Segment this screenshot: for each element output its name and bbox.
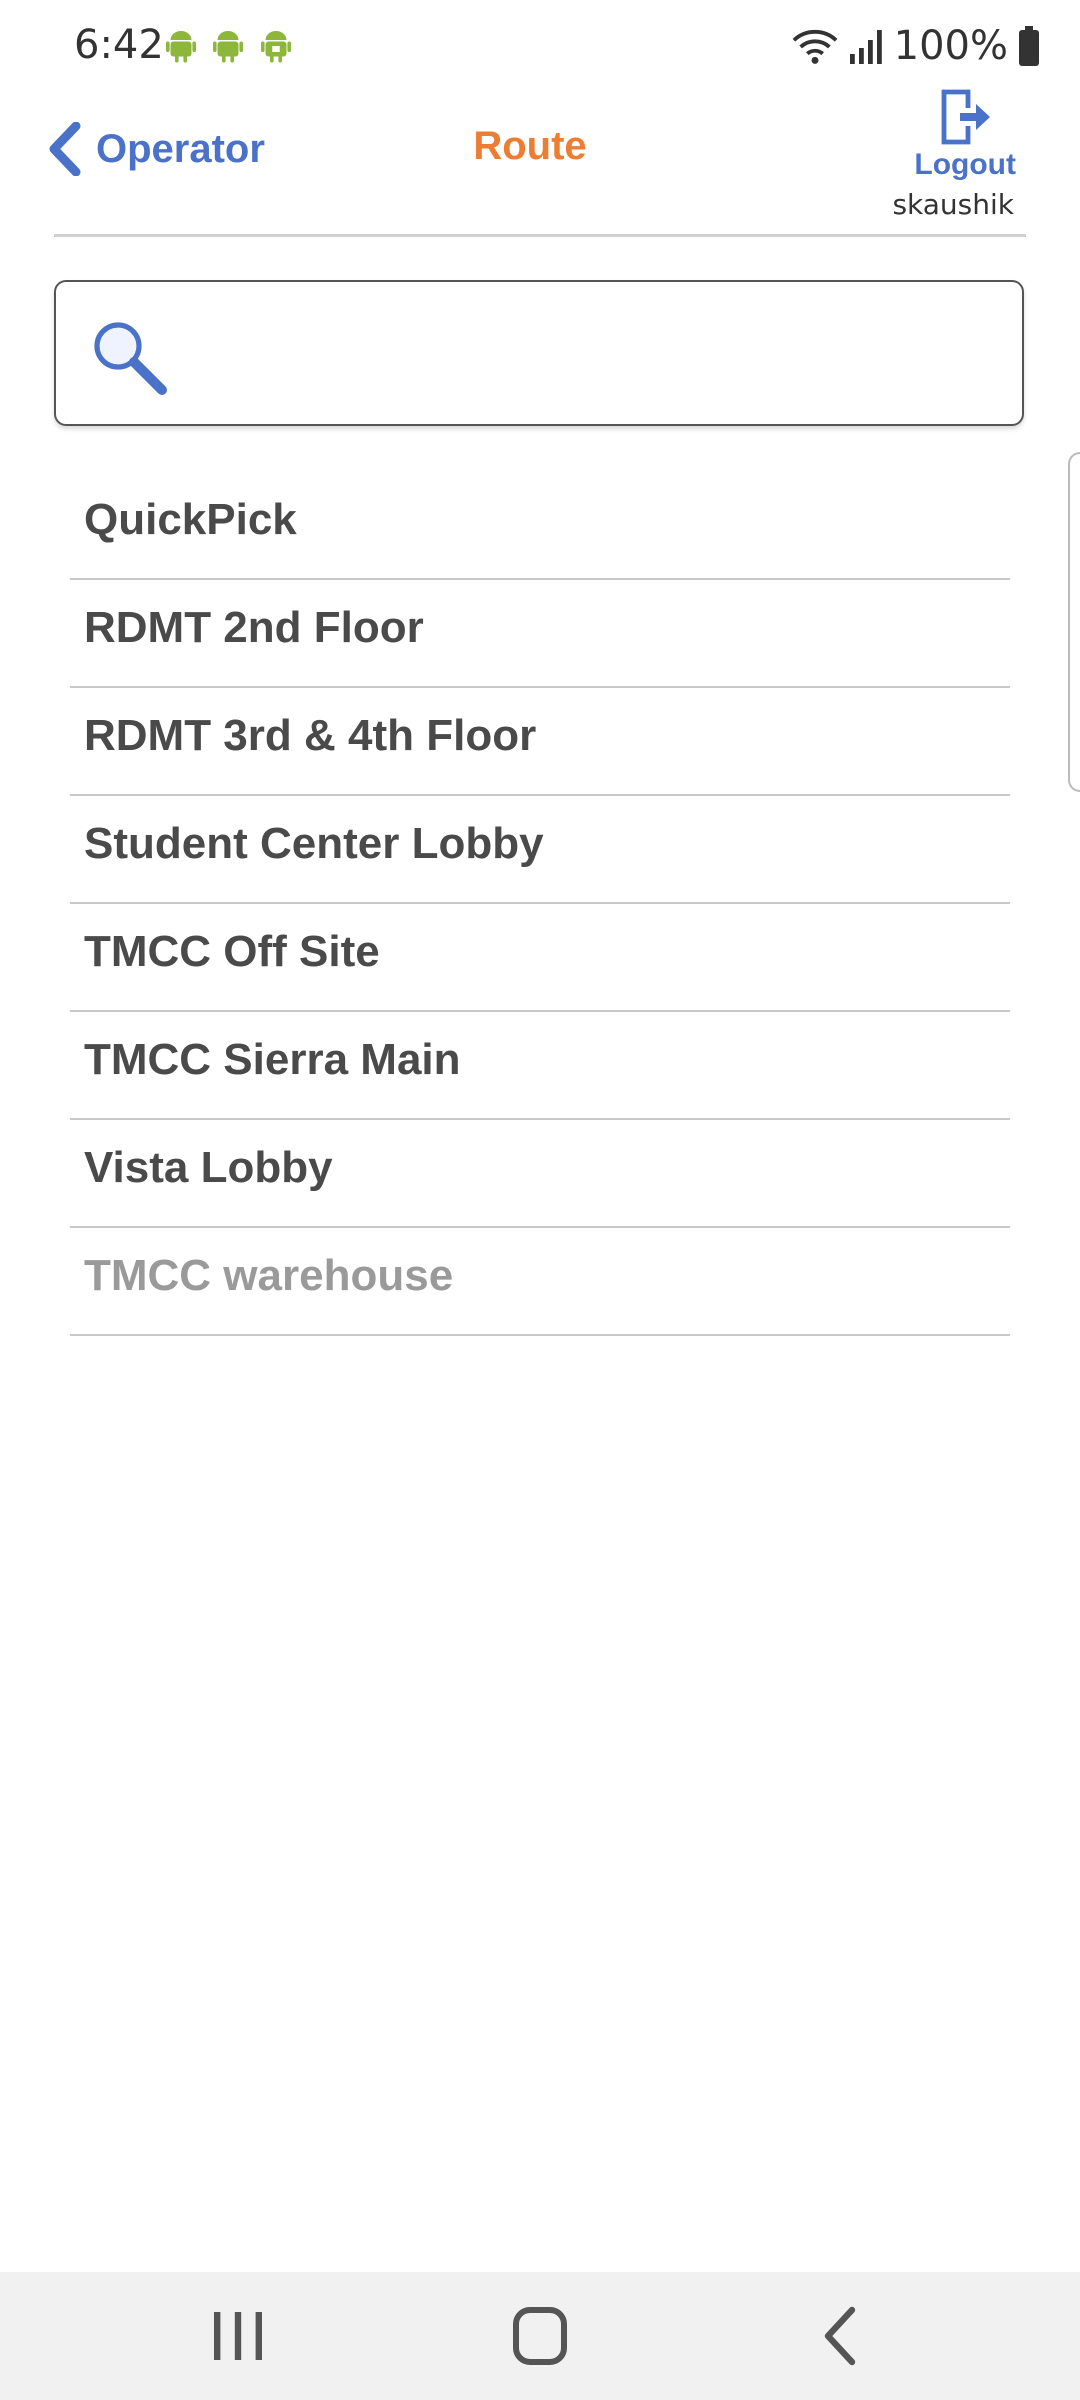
list-item[interactable]: RDMT 2nd Floor [70, 582, 1010, 688]
list-item[interactable]: TMCC Off Site [70, 906, 1010, 1012]
route-list: QuickPick RDMT 2nd Floor RDMT 3rd & 4th … [70, 474, 1010, 1338]
android-icon [213, 31, 243, 63]
status-bar: 6:42 100% [0, 0, 1080, 92]
status-icons: 100% [792, 22, 1040, 70]
page-title: Route [473, 124, 587, 168]
search-icon [94, 322, 167, 395]
battery-icon [1019, 26, 1039, 66]
search-input[interactable] [206, 312, 990, 398]
battery-percent: 100% [893, 23, 1008, 69]
header: Operator Route Logout skaushik [0, 80, 1080, 236]
system-nav-bar [0, 2272, 1080, 2400]
list-item[interactable]: Student Center Lobby [70, 798, 1010, 904]
signal-icon [849, 30, 882, 64]
back-nav-icon[interactable] [802, 2300, 882, 2372]
android-lock-icon [261, 31, 291, 63]
side-drawer-handle[interactable] [1068, 452, 1080, 792]
header-divider [54, 234, 1026, 237]
android-icon [166, 31, 196, 63]
logout-icon [941, 89, 990, 145]
search-box[interactable] [54, 280, 1024, 426]
username: skaushik [892, 188, 1014, 221]
status-time: 6:42 [74, 22, 164, 68]
recent-apps-icon[interactable] [198, 2300, 278, 2372]
list-item[interactable]: Vista Lobby [70, 1122, 1010, 1228]
list-item[interactable]: TMCC Sierra Main [70, 1014, 1010, 1120]
list-item[interactable]: TMCC warehouse [70, 1230, 1010, 1336]
logout-label[interactable]: Logout [914, 148, 1016, 182]
home-icon[interactable] [500, 2300, 580, 2372]
list-item[interactable]: RDMT 3rd & 4th Floor [70, 690, 1010, 796]
wifi-icon [792, 30, 838, 64]
list-item[interactable]: QuickPick [70, 474, 1010, 580]
